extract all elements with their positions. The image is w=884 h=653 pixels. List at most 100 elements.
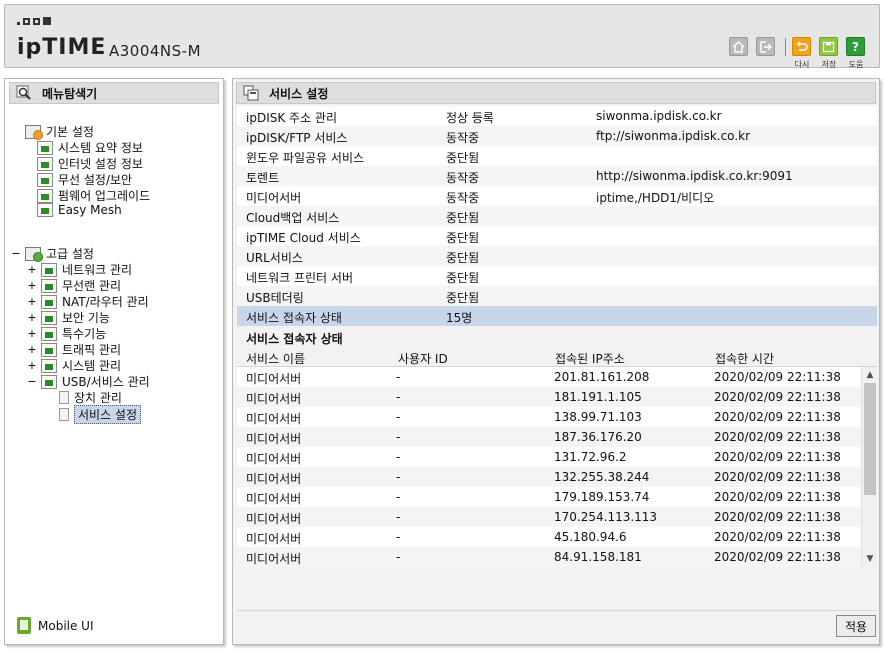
page-icon [59,408,69,421]
tree-item-traffic[interactable]: + 트래픽 관리 [27,341,121,358]
column-header: 접속한 시간 [715,352,775,366]
expand-icon[interactable]: + [27,295,37,308]
menu-explorer-panel: 메뉴탐색기 기본 설정 시스템 요약 정보 인터넷 설정 정보 무선 설정/보안… [4,78,224,645]
table-row: 미디어서버 -45.180.94.6 2020/02/09 22:11:38 [246,530,841,546]
table-row: ipDISK 주소 관리 정상 등록 siwonma.ipdisk.co.kr [246,109,722,125]
table-row: URL서비스 중단됨 [237,246,877,266]
column-header: 사용자 ID [398,352,448,366]
save-button[interactable] [819,37,838,56]
menu-tree: 기본 설정 시스템 요약 정보 인터넷 설정 정보 무선 설정/보안 펌웨어 업… [5,79,223,644]
tree-item-usb-service[interactable]: − USB/서비스 관리 [27,373,150,390]
table-row: ipDISK/FTP 서비스 동작중 ftp://siwonma.ipdisk.co… [237,126,877,146]
tree-item-service-settings[interactable]: 서비스 설정 [59,405,142,424]
tree-item-device-management[interactable]: 장치 관리 [59,389,122,406]
tree-item-network-management[interactable]: + 네트워크 관리 [27,261,132,278]
home-icon [732,40,745,53]
tree-item-easy-mesh[interactable]: Easy Mesh [37,203,122,217]
service-settings-panel: 서비스 설정 ipDISK 주소 관리 정상 등록 siwonma.ipdisk.c… [232,78,880,645]
network-page-icon [37,156,53,171]
upgrade-page-icon [37,188,53,203]
table-row: 미디어서버 -84.91.158.181 2020/02/09 22:11:38 [237,547,877,567]
brand-logo: ipTIME [17,35,107,60]
table-row: 미디어서버 -170.254.113.113 2020/02/09 22:11:38 [237,507,877,527]
user-list-scrollbar[interactable]: ▲ ▼ [861,367,877,567]
window-icon [243,85,259,101]
tree-basic-settings[interactable]: 기본 설정 [11,123,94,140]
mobile-phone-icon [17,617,31,634]
table-row: 윈도우 파일공유 서비스 중단됨 [246,151,480,165]
undo-icon [797,41,808,51]
user-status-list[interactable]: 미디어서버 -201.81.161.208 2020/02/09 22:11:38 … [237,367,877,567]
expand-icon[interactable]: + [27,263,37,276]
router-folder-icon [41,294,57,309]
network-folder-icon [41,262,57,277]
mobile-ui-link[interactable]: Mobile UI [17,617,94,634]
tree-item-nat-router[interactable]: + NAT/라우터 관리 [27,293,149,310]
folder-settings-icon [25,124,43,140]
column-header: 서비스 이름 [246,352,306,366]
tree-item-security[interactable]: + 보안 기능 [27,309,110,326]
table-row: 미디어서버 -138.99.71.103 2020/02/09 22:11:38 [246,410,841,426]
tree-item-wlan-management[interactable]: + 무선랜 관리 [27,277,121,294]
special-folder-icon [41,326,57,341]
tree-advanced-settings[interactable]: − 고급 설정 [11,245,94,262]
scrollbar-thumb[interactable] [864,383,876,495]
wireless-page-icon [37,172,53,187]
folder-advanced-icon [25,246,43,262]
column-header: 접속된 IP주소 [555,352,625,366]
help-icon: ? [852,39,859,54]
save-icon [822,41,835,52]
tree-item-firmware-upgrade[interactable]: 펌웨어 업그레이드 [37,187,150,204]
table-row-selected[interactable]: 서비스 접속자 상태 15명 [237,306,877,326]
mesh-page-icon [37,203,53,217]
table-row: 미디어서버 -187.36.176.20 2020/02/09 22:11:38 [237,427,877,447]
system-folder-icon [41,358,57,373]
traffic-folder-icon [41,342,57,357]
scroll-up-arrow-icon[interactable]: ▲ [862,367,877,383]
table-row: ipTIME Cloud 서비스 중단됨 [246,231,480,245]
expand-icon[interactable]: + [27,359,37,372]
tree-item-wireless-security[interactable]: 무선 설정/보안 [37,171,132,188]
undo-button[interactable] [792,37,811,56]
wireless-folder-icon [41,278,57,293]
user-table-header: 서비스 이름 사용자 ID 접속된 IP주소 접속한 시간 [237,347,877,367]
toolbar-divider [785,38,786,56]
usb-folder-icon [41,374,57,389]
tree-item-special[interactable]: + 특수기능 [27,325,106,342]
table-row: 미디어서버 -181.191.1.105 2020/02/09 22:11:38 [237,387,877,407]
table-row: 미디어서버 동작중 iptime,/HDD1/비디오 [246,191,715,205]
logout-button[interactable] [756,37,775,56]
table-row: Cloud백업 서비스 중단됨 [237,206,877,226]
footer-divider [237,610,877,611]
expand-icon[interactable]: + [27,279,37,292]
table-row: 미디어서버 -131.72.96.2 2020/02/09 22:11:38 [246,450,841,466]
undo-label: 다시 [794,60,810,69]
expand-icon[interactable]: + [27,343,37,356]
expand-icon[interactable]: + [27,327,37,340]
tree-item-system-summary[interactable]: 시스템 요약 정보 [37,139,143,156]
service-settings-title: 서비스 설정 [236,82,876,104]
table-row: 미디어서버 -132.255.38.244 2020/02/09 22:11:38 [237,467,877,487]
header-bar: ipTIME A3004NS-M 다시 저장 ? 도움 [4,4,880,69]
home-button[interactable] [729,37,748,56]
tree-item-system-management[interactable]: + 시스템 관리 [27,357,121,374]
page-icon [59,391,69,404]
scroll-down-arrow-icon[interactable]: ▼ [862,551,877,567]
table-row: 미디어서버 -179.189.153.74 2020/02/09 22:11:38 [246,490,841,506]
save-label: 저장 [821,60,837,69]
brand-dots-logo [17,17,51,25]
tree-item-internet-info[interactable]: 인터넷 설정 정보 [37,155,143,172]
help-button[interactable]: ? [846,37,865,56]
logout-icon [760,40,772,53]
chart-page-icon [37,140,53,155]
apply-button[interactable]: 적용 [836,615,876,637]
collapse-icon[interactable]: − [11,247,21,260]
collapse-icon[interactable]: − [27,375,37,388]
user-status-section-title: 서비스 접속자 상태 [237,327,877,347]
table-row: 네트워크 프린터 서버 중단됨 [246,271,480,285]
model-name: A3004NS-M [109,42,202,60]
service-status-table: ipDISK 주소 관리 정상 등록 siwonma.ipdisk.co.kr ip… [237,106,877,326]
help-label: 도움 [848,60,864,69]
expand-icon[interactable]: + [27,311,37,324]
table-row: 토렌트 동작중 http://siwonma.ipdisk.co.kr:9091 [237,166,877,186]
